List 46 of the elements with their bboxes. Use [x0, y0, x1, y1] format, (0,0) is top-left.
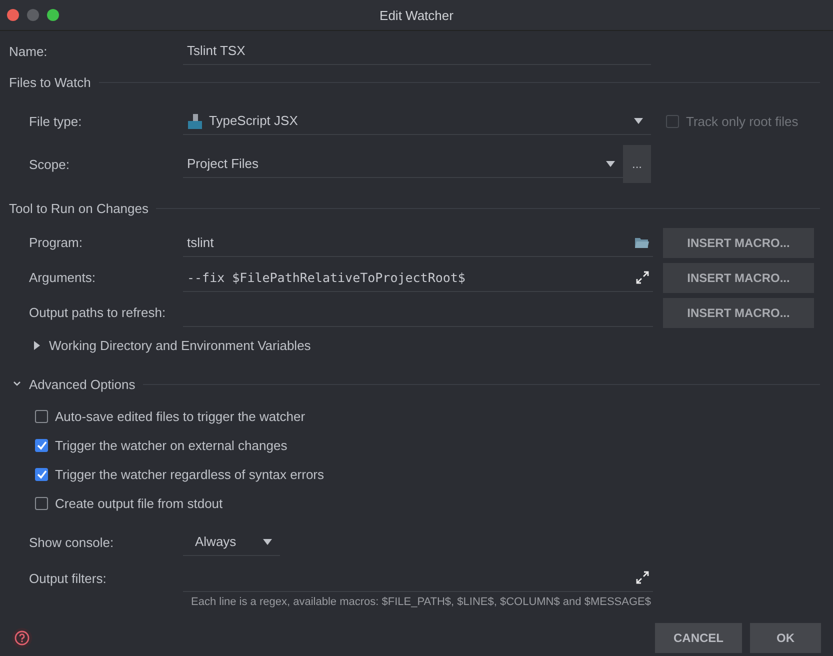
ok-button[interactable]: OK: [750, 623, 821, 653]
scope-dropdown[interactable]: Project Files: [183, 150, 623, 178]
hint-text: Each line is a regex, available macros: $FILE_PATH$, $LINE$, $COLUMN$ and $MESSAGE$: [191, 596, 651, 608]
expand-icon[interactable]: [636, 571, 649, 584]
field-label: Program:: [28, 235, 84, 250]
insert-macro-button[interactable]: INSERT MACRO...: [663, 262, 814, 292]
name-field[interactable]: Tslint TSX: [183, 37, 651, 65]
help-icon[interactable]: [12, 628, 32, 648]
checkbox-label: Trigger the watcher regardless of syntax errors: [55, 467, 324, 482]
expand-icon[interactable]: [636, 270, 649, 284]
checkbox[interactable]: [35, 410, 48, 423]
zoom-button[interactable]: [47, 9, 59, 21]
dropdown-arrow-icon: [263, 538, 272, 544]
text-field[interactable]: --fix $FilePathRelativeToProjectRoot$: [183, 264, 653, 292]
collapsible-section[interactable]: Working Directory and Environment Variables: [49, 338, 311, 352]
field-label: Output paths to refresh:: [28, 305, 167, 320]
browse-button[interactable]: ...: [623, 145, 651, 183]
section-title: Files to Watch: [9, 74, 91, 90]
checkbox[interactable]: [35, 497, 48, 510]
checkbox-label: Track only root files: [686, 114, 798, 128]
text-field[interactable]: tslint: [183, 228, 653, 256]
field-label: Name:: [8, 44, 48, 58]
field-label: Scope:: [28, 156, 70, 172]
dropdown-arrow-icon: [634, 118, 643, 124]
checkbox-label: Trigger the watcher on external changes: [55, 438, 288, 453]
file-type-icon: [187, 112, 203, 128]
field-label: Show console:: [28, 534, 115, 550]
cancel-button[interactable]: CANCEL: [655, 623, 742, 653]
show-console-dropdown[interactable]: Always: [183, 528, 280, 556]
collapsed-arrow-icon[interactable]: [34, 340, 40, 350]
insert-macro-button[interactable]: INSERT MACRO...: [663, 298, 814, 328]
checkbox-label: Create output file from stdout: [55, 496, 223, 511]
window-title: Edit Watcher: [380, 8, 454, 22]
section-title: Tool to Run on Changes: [9, 200, 148, 216]
checkbox[interactable]: [35, 468, 48, 481]
file-type-dropdown[interactable]: TypeScript JSX: [183, 107, 651, 135]
close-button[interactable]: [7, 9, 19, 21]
field-label: Arguments:: [28, 270, 96, 285]
checkbox-label: Auto-save edited files to trigger the watcher: [55, 409, 306, 424]
dropdown-arrow-icon: [606, 160, 615, 166]
field-label: Output filters:: [28, 570, 108, 586]
field-label: File type:: [28, 114, 83, 128]
folder-icon[interactable]: [635, 236, 649, 248]
checkbox[interactable]: [35, 439, 48, 452]
insert-macro-button[interactable]: INSERT MACRO...: [663, 228, 814, 258]
section-title[interactable]: Advanced Options: [29, 376, 136, 392]
